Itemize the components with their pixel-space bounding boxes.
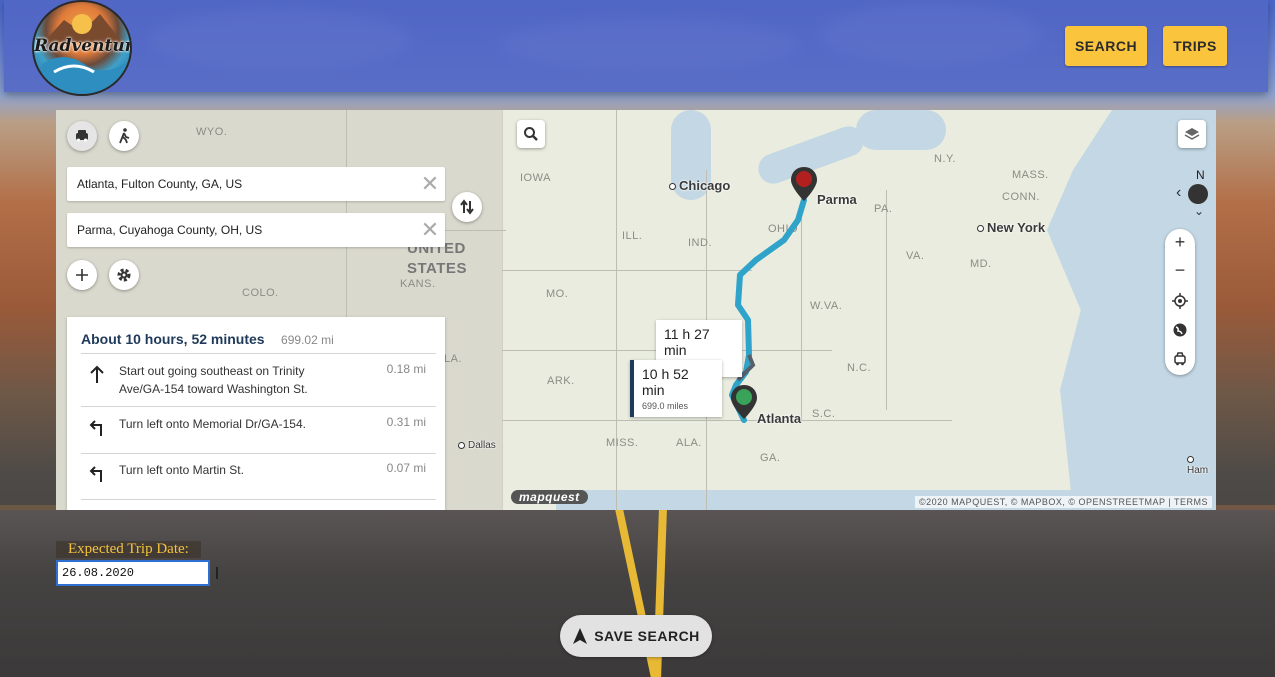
map-search-button[interactable] xyxy=(517,120,545,148)
turn-left-icon xyxy=(89,466,102,482)
car-icon xyxy=(76,130,88,142)
swap-icon xyxy=(460,199,474,215)
trip-date-field[interactable] xyxy=(56,560,218,586)
direction-step[interactable]: Turn left onto Memorial Dr/GA-154. 0.31 … xyxy=(81,407,436,454)
arrow-up-icon xyxy=(90,365,104,383)
walk-icon xyxy=(119,128,130,144)
main-route-miles: 699.0 miles xyxy=(642,401,689,411)
globe-icon[interactable] xyxy=(1172,322,1188,338)
swap-locations-button[interactable] xyxy=(452,192,482,222)
to-input[interactable] xyxy=(67,213,415,247)
compass-icon[interactable] xyxy=(1188,184,1208,204)
map-attribution[interactable]: ©2020 MAPQUEST, © MAPBOX, © OPENSTREETMA… xyxy=(915,496,1212,508)
origin-pin-icon[interactable] xyxy=(730,384,758,420)
logo[interactable]: Radventure xyxy=(32,0,132,96)
clear-from-icon[interactable]: ✕ xyxy=(415,171,445,197)
trip-date-label: Expected Trip Date: xyxy=(56,541,201,558)
compass-north-label: N xyxy=(1196,168,1205,182)
search-icon xyxy=(524,127,538,141)
zoom-in-button[interactable]: + xyxy=(1165,232,1195,256)
navigation-arrow-icon xyxy=(573,628,588,644)
map-widget[interactable]: WYO. COLO. KANS. LA. UNITED STATES IOWA … xyxy=(56,110,1216,510)
route-total-time: About 10 hours, 52 minutes xyxy=(81,331,265,347)
trips-nav-button[interactable]: TRIPS xyxy=(1163,26,1227,66)
car-mode-button[interactable] xyxy=(67,121,97,151)
directions-panel: About 10 hours, 52 minutes 699.02 mi Sta… xyxy=(67,317,445,510)
compass-tilt-icon[interactable]: ⌄ xyxy=(1194,204,1204,218)
step-text: Start out going southeast on Trinity Ave… xyxy=(119,364,308,396)
route-summary: About 10 hours, 52 minutes 699.02 mi xyxy=(81,331,436,354)
from-field[interactable]: ✕ xyxy=(67,167,445,201)
turn-left-icon xyxy=(89,420,102,436)
calendar-icon[interactable] xyxy=(216,567,218,579)
trip-date-input[interactable] xyxy=(58,565,216,581)
save-search-button[interactable]: SAVE SEARCH xyxy=(560,615,712,657)
layers-icon xyxy=(1184,128,1200,140)
mapquest-logo[interactable]: mapquest xyxy=(511,490,588,504)
direction-step[interactable]: Start out going southeast on Trinity Ave… xyxy=(81,354,436,407)
route-total-distance: 699.02 mi xyxy=(281,333,334,347)
gear-icon xyxy=(117,268,131,282)
destination-pin-icon[interactable] xyxy=(790,166,818,202)
alt-route-time: 11 h 27 min xyxy=(664,326,710,358)
step-distance: 0.31 mi xyxy=(386,415,426,429)
route-settings-button[interactable] xyxy=(109,260,139,290)
header-bar: Radventure SEARCH TRIPS xyxy=(4,0,1268,96)
step-distance: 0.18 mi xyxy=(386,362,426,376)
from-input[interactable] xyxy=(67,167,415,201)
map-zoom-controls: + − xyxy=(1165,229,1195,375)
locate-icon[interactable] xyxy=(1172,293,1188,309)
step-distance: 0.07 mi xyxy=(386,461,426,475)
step-text: Turn left onto Memorial Dr/GA-154. xyxy=(119,417,306,431)
search-nav-button[interactable]: SEARCH xyxy=(1065,26,1147,66)
layers-button[interactable] xyxy=(1178,120,1206,148)
save-search-label: SAVE SEARCH xyxy=(594,628,700,644)
step-text: Turn left onto Martin St. xyxy=(119,463,244,477)
traffic-icon[interactable] xyxy=(1172,351,1188,367)
logo-text: Radventure xyxy=(34,36,130,56)
walk-mode-button[interactable] xyxy=(109,121,139,151)
add-stop-button[interactable] xyxy=(67,260,97,290)
direction-step[interactable]: Turn left onto Martin St. 0.07 mi xyxy=(81,453,436,500)
to-field[interactable]: ✕ xyxy=(67,213,445,247)
plus-icon xyxy=(76,269,88,281)
compass-rotate-left-icon[interactable]: ‹ xyxy=(1176,184,1181,202)
main-route-card[interactable]: 10 h 52 min 699.0 miles xyxy=(630,360,722,417)
main-route-time: 10 h 52 min xyxy=(642,366,689,398)
zoom-out-button[interactable]: − xyxy=(1165,260,1195,284)
clear-to-icon[interactable]: ✕ xyxy=(415,217,445,243)
